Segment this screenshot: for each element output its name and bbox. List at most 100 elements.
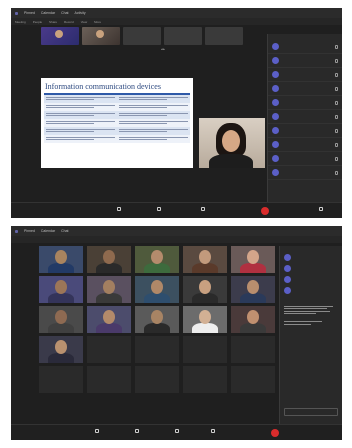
leave-call-button[interactable] xyxy=(261,207,269,215)
app-logo-icon xyxy=(15,229,18,233)
menu-item[interactable]: Chat xyxy=(61,229,68,233)
video-tile[interactable] xyxy=(183,306,227,333)
avatar xyxy=(247,280,259,294)
avatar xyxy=(284,276,291,283)
chat-row[interactable] xyxy=(280,285,342,296)
toolbar-item[interactable]: People xyxy=(33,20,42,24)
mic-button[interactable] xyxy=(157,207,163,211)
video-tile[interactable] xyxy=(231,246,275,273)
react-button[interactable] xyxy=(211,429,217,433)
chat-row[interactable] xyxy=(280,263,342,274)
chat-message xyxy=(280,302,342,318)
presenter-video[interactable] xyxy=(199,118,265,168)
video-tile[interactable] xyxy=(39,306,83,333)
avatar xyxy=(151,310,163,324)
expand-icon xyxy=(319,207,323,211)
table-row xyxy=(44,111,190,119)
leave-call-button[interactable] xyxy=(271,429,279,437)
video-tile[interactable] xyxy=(183,246,227,273)
participant-tile[interactable] xyxy=(82,27,120,45)
participant-tile[interactable] xyxy=(164,27,202,45)
video-tile[interactable] xyxy=(87,276,131,303)
video-tile[interactable] xyxy=(87,366,131,393)
video-tile[interactable] xyxy=(135,276,179,303)
video-tile[interactable] xyxy=(183,366,227,393)
video-tile[interactable] xyxy=(39,336,83,363)
video-tile[interactable] xyxy=(231,276,275,303)
video-tile[interactable] xyxy=(135,306,179,333)
shared-slide: Information communication devices xyxy=(41,78,193,168)
video-tile[interactable] xyxy=(231,306,275,333)
menu-item[interactable]: Calendar xyxy=(41,229,55,233)
app-logo-icon xyxy=(15,11,18,15)
participant-row[interactable] xyxy=(268,138,342,152)
participant-tile[interactable] xyxy=(123,27,161,45)
video-tile[interactable] xyxy=(135,336,179,363)
avatar xyxy=(272,141,279,148)
video-tile[interactable] xyxy=(87,246,131,273)
video-tile[interactable] xyxy=(39,276,83,303)
chat-input[interactable] xyxy=(284,408,338,416)
video-tile[interactable] xyxy=(231,366,275,393)
participant-row[interactable] xyxy=(268,40,342,54)
mic-icon xyxy=(335,86,338,91)
chat-row[interactable] xyxy=(280,252,342,263)
participant-row[interactable] xyxy=(268,152,342,166)
chat-row[interactable] xyxy=(280,274,342,285)
video-tile[interactable] xyxy=(231,336,275,363)
camera-button[interactable] xyxy=(95,429,101,433)
menu-item[interactable]: Activity xyxy=(75,11,86,15)
participant-row[interactable] xyxy=(268,96,342,110)
participant-tile[interactable] xyxy=(41,27,79,45)
mic-icon xyxy=(335,100,338,105)
table-row xyxy=(44,135,190,143)
video-tile[interactable] xyxy=(39,366,83,393)
video-gallery xyxy=(39,246,275,416)
video-tile[interactable] xyxy=(87,306,131,333)
video-tile[interactable] xyxy=(39,246,83,273)
participant-row[interactable] xyxy=(268,68,342,82)
camera-button[interactable] xyxy=(117,207,123,211)
mic-icon xyxy=(335,44,338,49)
menu-item[interactable]: Chat xyxy=(61,11,68,15)
menu-item[interactable]: Calendar xyxy=(41,11,55,15)
share-icon xyxy=(201,207,205,211)
video-tile[interactable] xyxy=(87,336,131,363)
toolbar-item[interactable]: More xyxy=(94,20,101,24)
video-tile[interactable] xyxy=(183,336,227,363)
share-button[interactable] xyxy=(201,207,207,211)
avatar xyxy=(151,250,163,264)
share-controls[interactable]: ◂ ▸ xyxy=(161,47,165,51)
participant-tile[interactable] xyxy=(205,27,243,45)
avatar xyxy=(284,254,291,261)
avatar xyxy=(272,169,279,176)
participant-strip xyxy=(41,27,243,45)
mic-icon xyxy=(335,156,338,161)
participant-row[interactable] xyxy=(268,124,342,138)
menu-item[interactable]: Pinned xyxy=(24,229,35,233)
toolbar-item[interactable]: Meeting xyxy=(15,20,26,24)
toolbar-item[interactable]: Record xyxy=(64,20,74,24)
meeting-controls xyxy=(11,202,342,218)
share-button[interactable] xyxy=(175,429,181,433)
avatar xyxy=(103,280,115,294)
participant-row[interactable] xyxy=(268,54,342,68)
participant-row[interactable] xyxy=(268,166,342,180)
participants-panel xyxy=(267,34,342,202)
participant-row[interactable] xyxy=(268,82,342,96)
participant-row[interactable] xyxy=(268,110,342,124)
mic-button[interactable] xyxy=(135,429,141,433)
fullscreen-button[interactable] xyxy=(319,207,323,211)
avatar xyxy=(272,127,279,134)
chat-panel xyxy=(279,246,342,424)
menu-item[interactable]: Pinned xyxy=(24,11,35,15)
meeting-toolbar xyxy=(11,236,342,243)
avatar xyxy=(272,113,279,120)
toolbar-item[interactable]: View xyxy=(81,20,87,24)
video-tile[interactable] xyxy=(135,246,179,273)
share-icon xyxy=(175,429,179,433)
toolbar-item[interactable]: Share xyxy=(49,20,57,24)
table-row xyxy=(44,103,190,111)
video-tile[interactable] xyxy=(183,276,227,303)
video-tile[interactable] xyxy=(135,366,179,393)
